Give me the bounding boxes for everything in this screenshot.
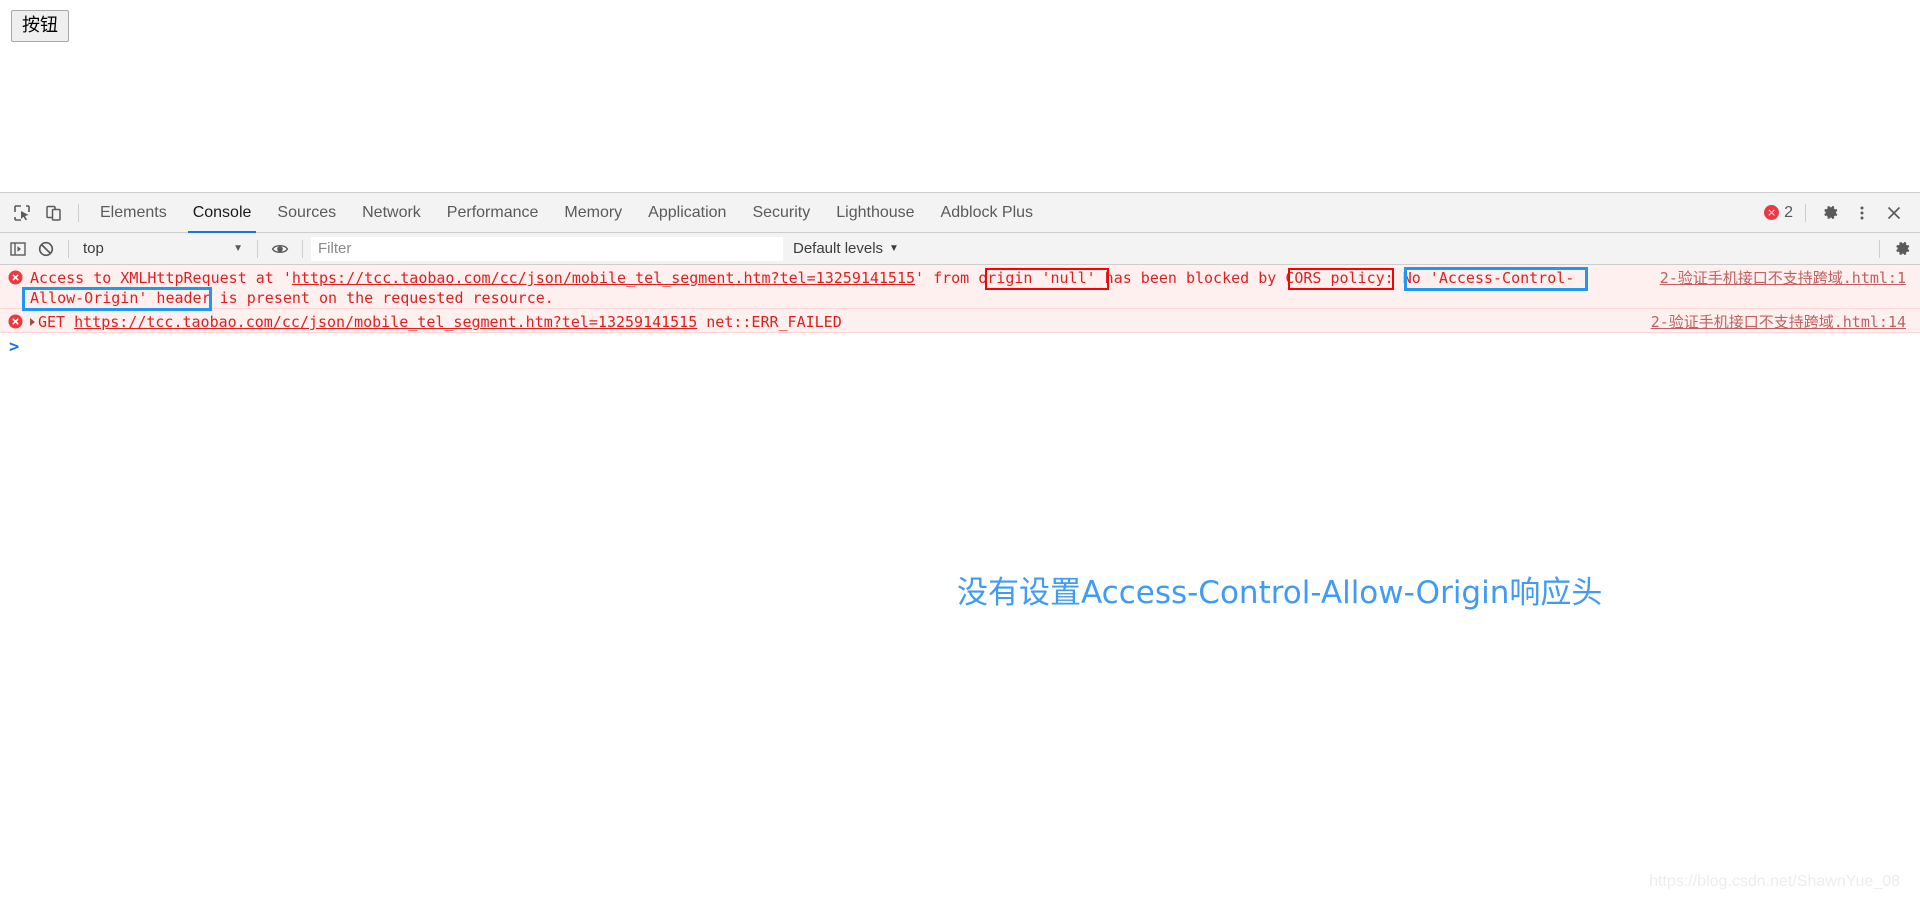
error-count-label: 2 [1784,203,1793,221]
error-highlight-header-part2: Allow-Origin' header [30,289,211,307]
error-request-url-link[interactable]: https://tcc.taobao.com/cc/json/mobile_te… [74,313,697,331]
log-levels-dropdown[interactable]: Default levels ▼ [793,240,899,257]
toolbar-divider [302,239,303,258]
request-method: GET [38,313,66,331]
error-highlight-header-part1: No 'Access-Control- [1402,269,1575,287]
tab-network[interactable]: Network [349,193,434,233]
tab-memory[interactable]: Memory [551,193,635,233]
execution-context-value: top [83,240,104,257]
tab-console[interactable]: Console [180,193,265,233]
execution-context-select[interactable]: top ▼ [77,237,249,261]
tab-sources[interactable]: Sources [264,193,349,233]
error-highlight-cors-policy: CORS policy [1285,269,1385,287]
toolbar-divider [1805,203,1806,222]
toolbar-divider [257,239,258,258]
chevron-down-icon: ▼ [233,243,243,254]
page-button[interactable]: 按钮 [11,10,69,42]
toolbar-divider [78,203,79,222]
tab-label: Performance [446,203,539,221]
live-expression-eye-icon[interactable] [266,236,294,262]
error-segment-4: : [1384,269,1403,287]
tab-lighthouse[interactable]: Lighthouse [823,193,927,233]
filter-input[interactable] [311,236,783,261]
tab-label: Adblock Plus [940,203,1034,221]
console-settings-gear-icon[interactable] [1888,236,1916,262]
toolbar-divider [1879,239,1880,258]
tab-elements[interactable]: Elements [87,193,180,233]
console-error-row[interactable]: Access to XMLHttpRequest at 'https://tcc… [0,265,1920,309]
tabbar-right-actions: × 2 [1764,197,1914,229]
filterbar-right-actions [1871,236,1916,262]
error-request-url-link[interactable]: https://tcc.taobao.com/cc/json/mobile_te… [292,269,915,287]
show-console-sidebar-icon[interactable] [4,236,32,262]
tab-label: Sources [277,203,337,221]
close-icon[interactable] [1878,197,1910,229]
error-highlight-origin: origin 'null' [978,269,1096,287]
error-segment-1: Access to XMLHttpRequest at ' [30,269,292,287]
toolbar-divider [68,239,69,258]
tab-label: Network [362,203,421,221]
inspect-element-icon[interactable] [6,197,38,229]
devtools-tabbar: Elements Console Sources Network Perform… [0,193,1920,233]
chevron-down-icon: ▼ [889,243,899,254]
error-segment-2: ' from [915,269,979,287]
console-source-link[interactable]: 2-验证手机接口不支持跨域.html:14 [1651,312,1906,332]
error-circle-icon [8,270,23,285]
tab-label: Security [752,203,811,221]
error-count-badge[interactable]: × 2 [1764,204,1793,222]
tab-label: Memory [564,203,623,221]
tab-performance[interactable]: Performance [434,193,552,233]
tab-label: Elements [100,203,167,221]
gear-icon[interactable] [1814,197,1846,229]
request-status: net::ERR_FAILED [706,313,842,331]
web-page-viewport: 按钮 [0,0,1920,192]
tab-application[interactable]: Application [635,193,739,233]
tab-label: Lighthouse [836,203,915,221]
log-levels-label: Default levels [793,240,884,257]
error-circle-icon [8,314,23,329]
error-segment-3: has been blocked by [1095,269,1286,287]
error-segment-5: is present on the requested resource. [210,289,554,307]
kebab-menu-icon[interactable] [1846,197,1878,229]
prompt-chevron-icon: > [9,337,20,357]
error-circle-icon: × [1764,205,1780,220]
tab-adblock-plus[interactable]: Adblock Plus [928,193,1047,233]
device-toolbar-icon[interactable] [38,197,70,229]
tab-label: Application [648,203,727,221]
annotation-note-text: 没有设置Access-Control-Allow-Origin响应头 [957,575,1603,611]
devtools-panel: Elements Console Sources Network Perform… [0,192,1920,903]
expand-arrow-icon[interactable] [30,318,35,326]
console-error-row[interactable]: GET https://tcc.taobao.com/cc/json/mobil… [0,309,1920,333]
console-filter-toolbar: top ▼ Default levels ▼ [0,233,1920,265]
console-error-text: GET https://tcc.taobao.com/cc/json/mobil… [0,312,1920,332]
watermark-text: https://blog.csdn.net/ShawnYue_08 [1649,873,1900,890]
console-source-link[interactable]: 2-验证手机接口不支持跨域.html:1 [1660,268,1906,288]
clear-console-icon[interactable] [32,236,60,262]
console-prompt-row[interactable]: > [0,333,1920,361]
tab-security[interactable]: Security [739,193,823,233]
console-error-text: Access to XMLHttpRequest at 'https://tcc… [0,268,1920,308]
tab-label: Console [192,203,252,221]
